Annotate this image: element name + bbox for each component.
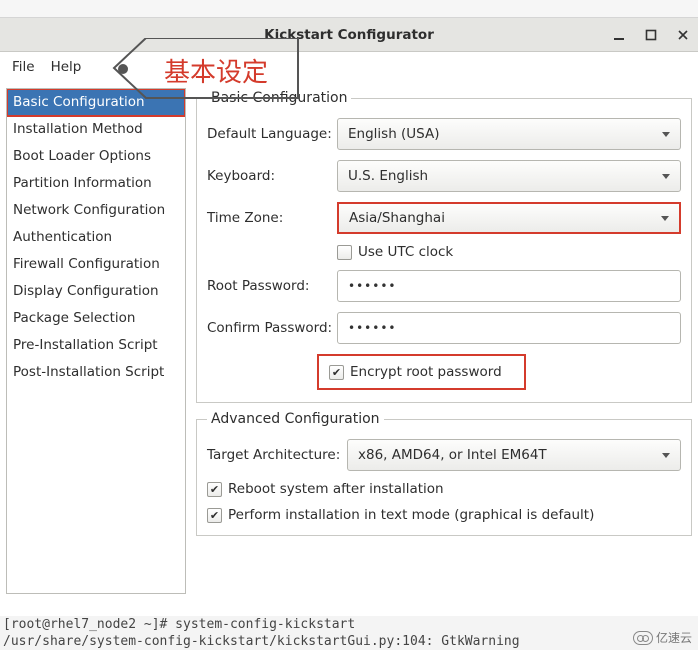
terminal-line-2: /usr/share/system-config-kickstart/kicks… xyxy=(3,633,695,650)
encrypt-root-password-row[interactable]: Encrypt root password xyxy=(317,354,526,390)
watermark: 亿速云 xyxy=(633,629,692,646)
time-zone-value: Asia/Shanghai xyxy=(349,210,445,226)
keyboard-value: U.S. English xyxy=(348,168,428,184)
menu-help[interactable]: Help xyxy=(43,53,90,81)
root-password-field[interactable]: •••••• xyxy=(337,270,681,302)
content-area: Basic Configuration Installation Method … xyxy=(0,82,698,600)
text-mode-install-row[interactable]: Perform installation in text mode (graph… xyxy=(207,507,594,523)
basic-configuration-group: Basic Configuration Default Language: En… xyxy=(196,90,692,403)
use-utc-label: Use UTC clock xyxy=(358,244,453,260)
title-bar: Kickstart Configurator xyxy=(0,18,698,52)
use-utc-row[interactable]: Use UTC clock xyxy=(337,244,453,260)
basic-configuration-legend: Basic Configuration xyxy=(207,90,351,106)
window-controls xyxy=(610,18,692,52)
confirm-password-field[interactable]: •••••• xyxy=(337,312,681,344)
chevron-down-icon xyxy=(661,216,669,221)
chevron-down-icon xyxy=(662,132,670,137)
sidebar-item-network-configuration[interactable]: Network Configuration xyxy=(7,197,185,224)
window-title: Kickstart Configurator xyxy=(264,27,434,43)
target-architecture-label: Target Architecture: xyxy=(207,447,347,463)
maximize-button[interactable] xyxy=(642,26,660,44)
close-button[interactable] xyxy=(674,26,692,44)
sidebar-item-display-configuration[interactable]: Display Configuration xyxy=(7,278,185,305)
time-zone-combo[interactable]: Asia/Shanghai xyxy=(337,202,681,234)
reboot-after-install-label: Reboot system after installation xyxy=(228,481,444,497)
advanced-configuration-group: Advanced Configuration Target Architectu… xyxy=(196,411,692,536)
encrypt-root-password-label: Encrypt root password xyxy=(350,364,502,380)
default-language-label: Default Language: xyxy=(207,126,337,142)
reboot-after-install-checkbox[interactable] xyxy=(207,482,222,497)
keyboard-label: Keyboard: xyxy=(207,168,337,184)
sidebar-item-boot-loader-options[interactable]: Boot Loader Options xyxy=(7,143,185,170)
confirm-password-value: •••••• xyxy=(348,321,396,335)
advanced-configuration-legend: Advanced Configuration xyxy=(207,411,384,427)
target-architecture-value: x86, AMD64, or Intel EM64T xyxy=(358,447,547,463)
chevron-down-icon xyxy=(662,174,670,179)
use-utc-checkbox[interactable] xyxy=(337,245,352,260)
chevron-down-icon xyxy=(662,453,670,458)
sidebar-item-basic-configuration[interactable]: Basic Configuration xyxy=(7,89,185,116)
target-architecture-combo[interactable]: x86, AMD64, or Intel EM64T xyxy=(347,439,681,471)
sidebar-item-post-installation-script[interactable]: Post-Installation Script xyxy=(7,359,185,386)
top-gap xyxy=(0,0,698,18)
root-password-label: Root Password: xyxy=(207,278,337,294)
minimize-button[interactable] xyxy=(610,26,628,44)
text-mode-install-checkbox[interactable] xyxy=(207,508,222,523)
sidebar: Basic Configuration Installation Method … xyxy=(6,88,186,594)
time-zone-label: Time Zone: xyxy=(207,210,337,226)
default-language-value: English (USA) xyxy=(348,126,440,142)
sidebar-item-pre-installation-script[interactable]: Pre-Installation Script xyxy=(7,332,185,359)
text-mode-install-label: Perform installation in text mode (graph… xyxy=(228,507,594,523)
sidebar-item-package-selection[interactable]: Package Selection xyxy=(7,305,185,332)
reboot-after-install-row[interactable]: Reboot system after installation xyxy=(207,481,444,497)
menu-file[interactable]: File xyxy=(4,53,43,81)
terminal-output: [root@rhel7_node2 ~]# system-config-kick… xyxy=(0,616,698,650)
default-language-combo[interactable]: English (USA) xyxy=(337,118,681,150)
menu-bar: File Help xyxy=(0,52,698,82)
sidebar-item-installation-method[interactable]: Installation Method xyxy=(7,116,185,143)
main-panel: Basic Configuration Default Language: En… xyxy=(192,82,698,600)
encrypt-root-password-checkbox[interactable] xyxy=(329,365,344,380)
sidebar-item-firewall-configuration[interactable]: Firewall Configuration xyxy=(7,251,185,278)
root-password-value: •••••• xyxy=(348,279,396,293)
terminal-line-1: [root@rhel7_node2 ~]# system-config-kick… xyxy=(3,616,695,633)
watermark-logo-icon xyxy=(633,631,653,645)
watermark-text: 亿速云 xyxy=(656,629,692,646)
sidebar-item-partition-information[interactable]: Partition Information xyxy=(7,170,185,197)
confirm-password-label: Confirm Password: xyxy=(207,320,337,336)
keyboard-combo[interactable]: U.S. English xyxy=(337,160,681,192)
sidebar-item-authentication[interactable]: Authentication xyxy=(7,224,185,251)
